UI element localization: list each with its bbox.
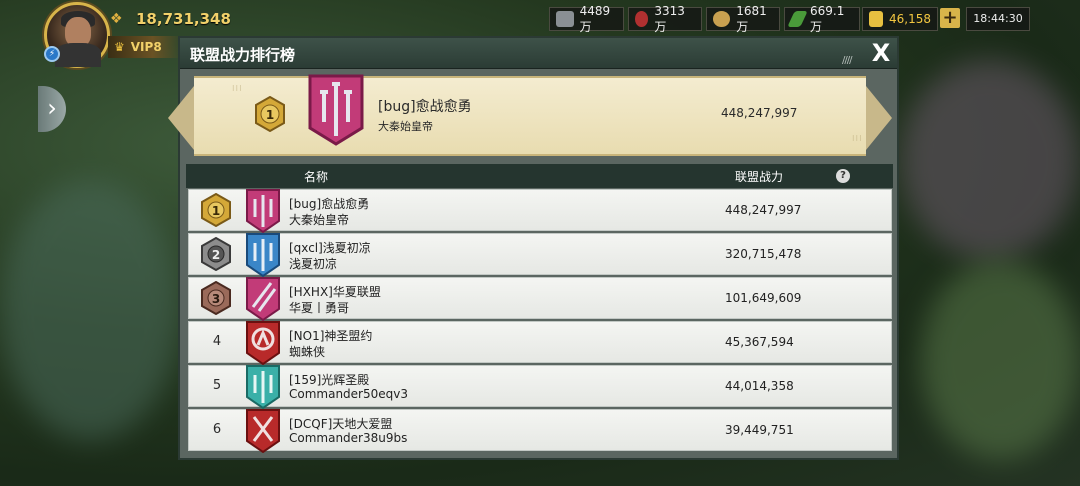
alliance-flag-icon [246, 233, 280, 277]
svg-text:1: 1 [266, 108, 274, 122]
player-power: ❖ 18,731,348 [110, 8, 231, 30]
avatar-badge-icon: ⚡ [44, 46, 60, 62]
svg-text:2: 2 [212, 248, 220, 262]
server-time: 18:44:30 [966, 7, 1030, 31]
column-name: 名称 [304, 170, 329, 184]
background-field [920, 260, 1080, 460]
alliance-leader: 蜘蛛侠 [289, 345, 326, 359]
resource-food[interactable]: 1681万 [706, 4, 780, 34]
alliance-power: 448,247,997 [725, 203, 802, 217]
panel-header: 联盟战力排行榜 //// X [180, 38, 897, 69]
rank-number: 5 [212, 378, 222, 393]
alliance-leader: Commander50eqv3 [289, 387, 408, 401]
chevron-right-icon: › [47, 94, 57, 122]
alliance-flag-icon [308, 74, 364, 146]
alliance-power: 320,715,478 [725, 247, 802, 261]
vip-level: VIP8 [130, 40, 162, 54]
top-alliance-banner[interactable]: ⁝⁝⁝ ⁝⁝⁝ 1 [bug]愈战愈勇 大秦始皇帝 448,247,997 [168, 74, 892, 156]
alliance-leader: 大秦始皇帝 [289, 213, 350, 227]
resource-value: 3313万 [654, 3, 685, 34]
add-gold-button[interactable]: + [940, 8, 960, 28]
alliance-flag-icon [246, 189, 280, 233]
gold-medal-icon: 1 [201, 193, 231, 227]
alliance-power: 44,014,358 [725, 379, 794, 393]
alliance-flag-icon [246, 409, 280, 453]
alliance-name: [159]光辉圣殿 [289, 373, 370, 387]
background-terrain [0, 180, 180, 440]
table-row[interactable]: 2 [qxcl]浅夏初凉 浅夏初凉 320,715,478 [188, 233, 892, 277]
food-icon [713, 11, 731, 27]
top-alliance-name: [bug]愈战愈勇 [378, 99, 472, 115]
alliance-name: [bug]愈战愈勇 [289, 197, 370, 211]
alliance-power: 101,649,609 [725, 291, 802, 305]
table-row[interactable]: 3 [HXHX]华夏联盟 华夏丨勇哥 101,649,609 [188, 277, 892, 321]
table-header: 名称 联盟战力 ? [186, 164, 893, 188]
resource-value: 46,158 [889, 12, 931, 26]
resource-steel[interactable]: 4489万 [549, 4, 624, 34]
table-row[interactable]: 4 [NO1]神圣盟约 蜘蛛侠 45,367,594 [188, 321, 892, 365]
table-row[interactable]: 1 [bug]愈战愈勇 大秦始皇帝 448,247,997 [188, 189, 892, 233]
bronze-medal-icon: 3 [201, 281, 231, 315]
top-alliance-leader: 大秦始皇帝 [378, 120, 433, 133]
resource-value: 669.1万 [809, 3, 845, 34]
alliance-name: [qxcl]浅夏初凉 [289, 241, 371, 255]
column-power: 联盟战力 [735, 170, 784, 184]
power-wings-icon: ❖ [110, 11, 123, 27]
resource-gold[interactable]: 46,158 [862, 7, 938, 31]
alliance-power: 39,449,751 [725, 423, 794, 437]
alliance-flag-icon [246, 321, 280, 365]
alliance-leader: 浅夏初凉 [289, 257, 338, 271]
panel-title: 联盟战力排行榜 [190, 46, 296, 64]
resource-value: 1681万 [736, 3, 767, 34]
alliance-leader: Commander38u9bs [289, 431, 408, 445]
svg-text:3: 3 [212, 292, 220, 306]
oil-icon [635, 11, 649, 27]
alliance-name: [NO1]神圣盟约 [289, 329, 373, 343]
svg-text:1: 1 [212, 204, 220, 218]
alliance-name: [HXHX]华夏联盟 [289, 285, 381, 299]
background-building [900, 60, 1080, 260]
table-row[interactable]: 6 [DCQF]天地大爱盟 Commander38u9bs 39,449,751 [188, 409, 892, 453]
decor-dots-icon: ⁝⁝⁝ [232, 84, 243, 93]
help-icon[interactable]: ? [836, 169, 850, 183]
top-alliance-power: 448,247,997 [721, 106, 798, 120]
rank-number: 6 [212, 422, 222, 437]
ranking-list: 1 [bug]愈战愈勇 大秦始皇帝 448,247,997 2 [qxcl]浅夏… [188, 189, 892, 453]
table-row[interactable]: 5 [159]光辉圣殿 Commander50eqv3 44,014,358 [188, 365, 892, 409]
steel-icon [556, 11, 574, 27]
silver-medal-icon: 2 [201, 237, 231, 271]
alliance-name: [DCQF]天地大爱盟 [289, 417, 393, 431]
resource-oil[interactable]: 3313万 [628, 4, 702, 34]
ammo-icon [787, 11, 808, 27]
resource-value: 4489万 [579, 3, 611, 34]
alliance-flag-icon [246, 277, 280, 321]
expand-side-button[interactable]: › [38, 86, 66, 132]
gold-icon [869, 11, 883, 27]
decor-dots-icon: ⁝⁝⁝ [852, 134, 863, 143]
resource-ammo[interactable]: 669.1万 [784, 4, 860, 34]
alliance-power: 45,367,594 [725, 335, 794, 349]
vip-badge[interactable]: ♛ VIP8 [108, 36, 182, 58]
player-power-value: 18,731,348 [136, 10, 231, 28]
decor-stripes-icon: //// [842, 55, 853, 66]
alliance-leader: 华夏丨勇哥 [289, 301, 350, 315]
crown-icon: ♛ [114, 40, 125, 54]
rank-number: 4 [212, 334, 222, 349]
alliance-ranking-panel: 联盟战力排行榜 //// X ⁝⁝⁝ ⁝⁝⁝ 1 [bug]愈战愈勇 大秦始皇帝… [168, 36, 899, 460]
close-button[interactable]: X [868, 40, 894, 66]
gold-medal-icon: 1 [255, 96, 285, 132]
alliance-flag-icon [246, 365, 280, 409]
